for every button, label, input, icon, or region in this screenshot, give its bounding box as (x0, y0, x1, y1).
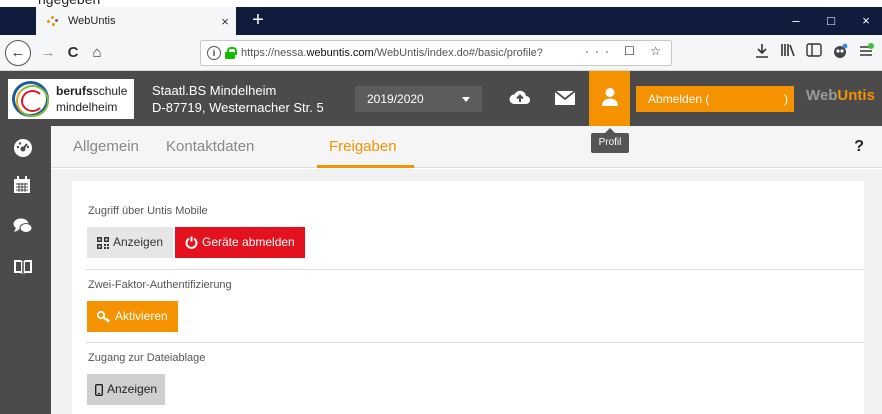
back-button[interactable]: ← (5, 40, 31, 66)
browser-tab-webuntis[interactable]: WebUntis × (36, 7, 236, 35)
library-icon[interactable] (778, 43, 798, 63)
logo-text-bold: berufs (56, 84, 93, 98)
forward-button[interactable]: → (37, 42, 59, 64)
school-logo-emblem-icon (12, 81, 49, 117)
calendar-icon[interactable] (13, 176, 37, 200)
tab-title: WebUntis (68, 15, 116, 27)
browser-nav-bar: ← → C ⌂ i https://nessa. webuntis.com /W… (0, 35, 882, 71)
url-host: webuntis.com (306, 47, 374, 59)
user-icon (602, 88, 618, 106)
logout-label: Abmelden ( (648, 92, 710, 106)
tab-kontaktdaten[interactable]: Kontaktdaten (166, 138, 254, 155)
section-label-twofactor: Zwei-Faktor-Authentifizierung (88, 279, 232, 291)
tab-close-icon[interactable]: × (214, 14, 236, 29)
activate-twofactor-label: Aktivieren (115, 309, 168, 323)
key-icon (97, 310, 111, 323)
school-name: Staatl.BS Mindelheim (152, 83, 277, 98)
logout-devices-button[interactable]: Geräte abmelden (175, 227, 305, 258)
section-divider (86, 342, 864, 343)
home-button[interactable]: ⌂ (86, 42, 108, 64)
lock-icon (225, 47, 237, 59)
dashboard-icon[interactable] (13, 138, 37, 162)
logo-text-rest: schule (92, 84, 128, 98)
webuntis-brand-logo: WebUntis (806, 87, 875, 104)
power-icon (185, 236, 198, 249)
logout-button[interactable]: Abmelden ( ) (636, 86, 794, 112)
school-address: D-87719, Westernacher Str. 5 (152, 100, 324, 115)
school-year-select[interactable]: 2019/2020 (355, 86, 482, 112)
mobile-show-label: Anzeigen (113, 235, 164, 249)
app-header: berufsschule mindelheim Staatl.BS Mindel… (0, 71, 882, 126)
sidebar (0, 126, 51, 414)
tab-freigaben[interactable]: Freigaben (329, 138, 397, 155)
url-prefix: https://nessa. (241, 47, 307, 59)
mobile-show-button[interactable]: Anzeigen (87, 227, 174, 258)
extension-icon[interactable] (830, 43, 850, 63)
school-year-value: 2019/2020 (367, 92, 424, 106)
mail-icon[interactable] (552, 86, 578, 112)
files-show-label: Anzeigen (107, 382, 158, 396)
minimize-button[interactable]: – (776, 7, 816, 35)
browser-tab-bar: WebUntis × + – □ × (0, 7, 882, 35)
logo-text-line1: berufsschule (56, 84, 127, 98)
profile-tooltip: Profil (591, 128, 629, 153)
url-actions[interactable]: ··· ☐ ☆ (585, 44, 667, 58)
logout-label-close: ) (784, 92, 788, 106)
screen: ngegeben WebUntis × + – □ × ← → C ⌂ i ht… (0, 0, 882, 414)
freigaben-panel: Zugriff über Untis Mobile Anzeigen Gerät… (72, 181, 864, 414)
book-icon[interactable] (13, 258, 37, 282)
section-label-files: Zugang zur Dateiablage (88, 352, 206, 364)
reload-button[interactable]: C (62, 42, 84, 64)
messages-icon[interactable] (13, 217, 37, 241)
profile-button[interactable] (589, 71, 630, 126)
mobile-phone-icon (95, 383, 103, 396)
brand-untis: Untis (837, 87, 875, 104)
webuntis-favicon-icon (46, 14, 60, 28)
tab-allgemein[interactable]: Allgemein (73, 138, 139, 155)
section-divider (86, 269, 864, 270)
close-window-button[interactable]: × (846, 7, 882, 35)
download-icon[interactable] (752, 43, 772, 63)
url-bar[interactable]: i https://nessa. webuntis.com /WebUntis/… (200, 40, 672, 66)
brand-web: Web (806, 87, 838, 104)
upload-cloud-icon[interactable] (507, 86, 533, 112)
top-crop-text: ngegeben (38, 0, 100, 7)
logo-text-line2: mindelheim (56, 100, 118, 114)
qr-code-icon (97, 236, 109, 249)
active-tab-indicator (317, 165, 414, 168)
chevron-down-icon (462, 97, 470, 102)
menu-icon[interactable] (856, 43, 876, 63)
top-crop-strip: ngegeben (0, 0, 882, 7)
url-path: /WebUntis/index.do#/basic/profile? (373, 47, 543, 59)
maximize-button[interactable]: □ (811, 7, 851, 35)
help-icon[interactable]: ? (854, 138, 864, 156)
activate-twofactor-button[interactable]: Aktivieren (87, 301, 178, 332)
site-info-icon[interactable]: i (207, 46, 221, 60)
profile-tabs: Allgemein Kontaktdaten Freigaben ? (51, 126, 882, 168)
section-label-mobile: Zugriff über Untis Mobile (88, 205, 208, 217)
school-logo: berufsschule mindelheim (8, 79, 134, 119)
sidebar-icon[interactable] (804, 43, 824, 63)
new-tab-button[interactable]: + (246, 9, 270, 33)
files-show-button[interactable]: Anzeigen (87, 374, 166, 405)
logout-devices-label: Geräte abmelden (202, 235, 295, 249)
